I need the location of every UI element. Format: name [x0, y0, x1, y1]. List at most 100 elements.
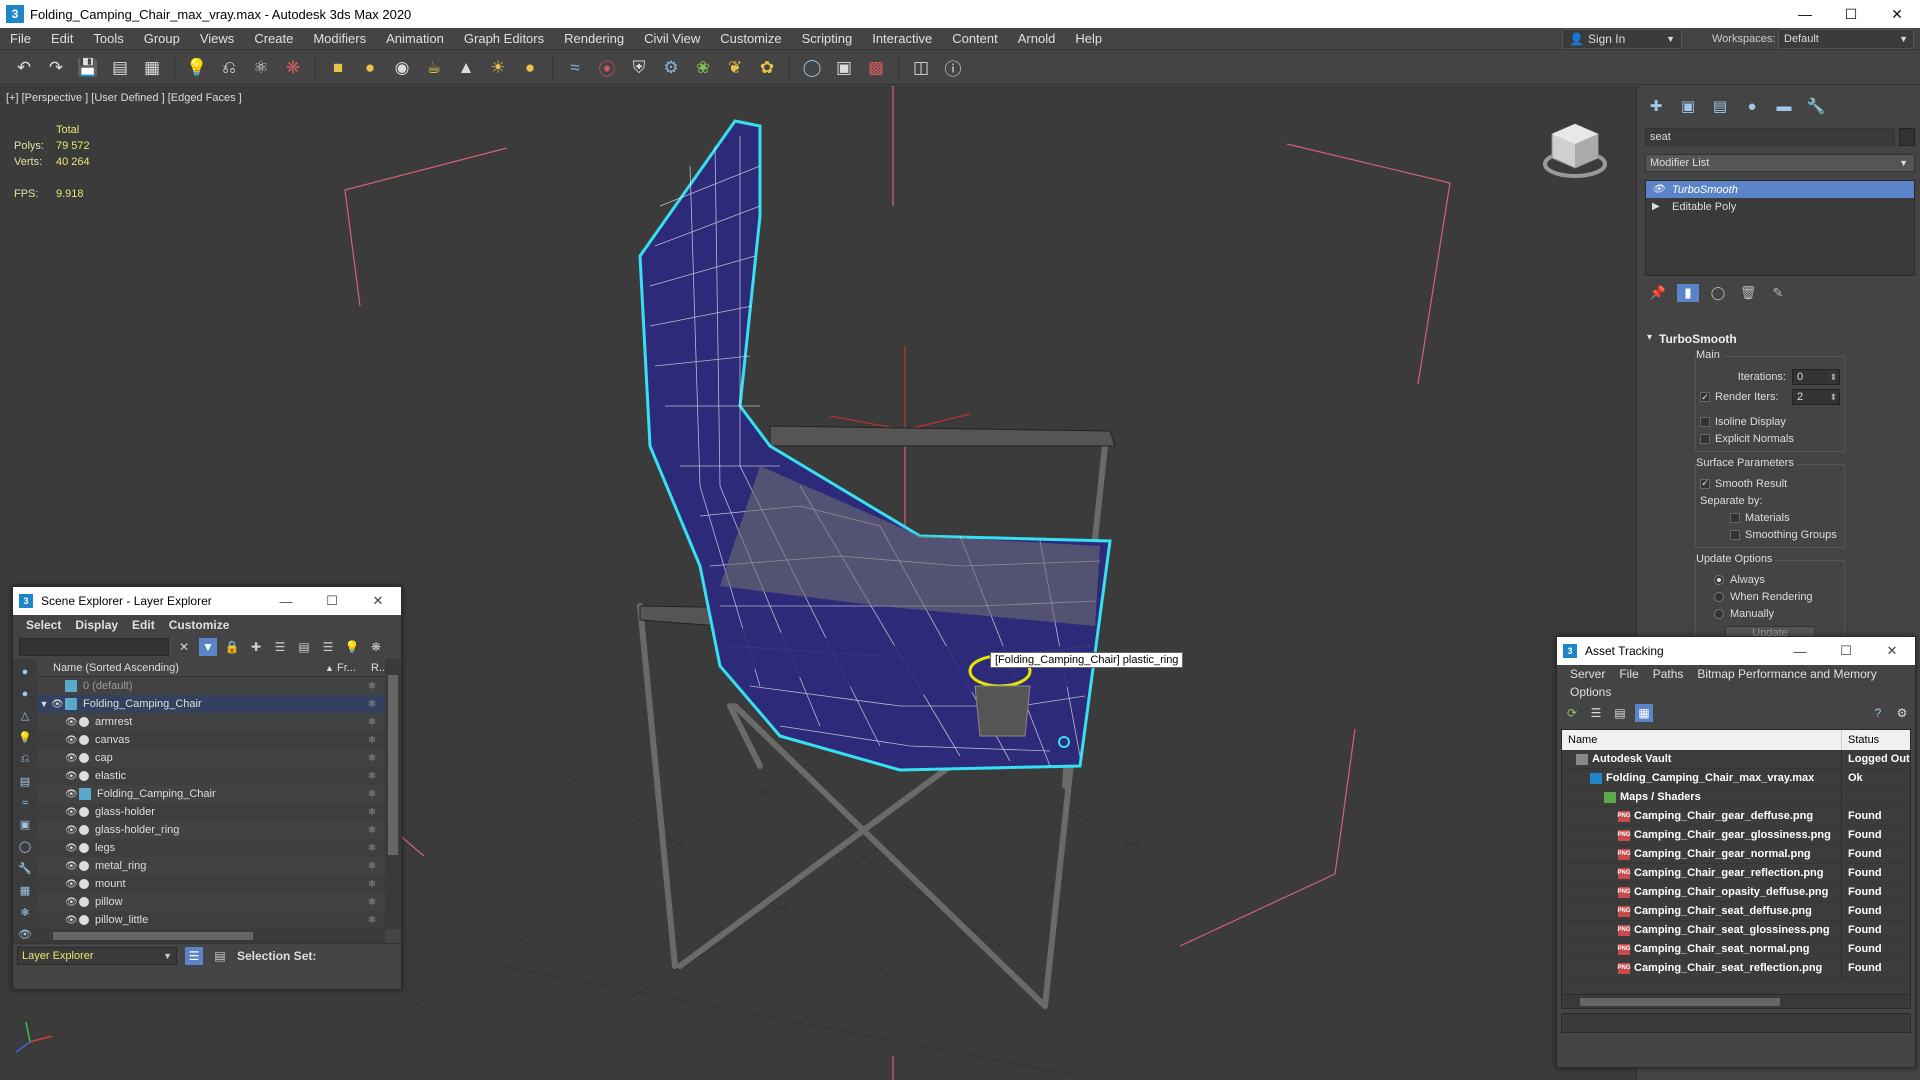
show-end-result-icon[interactable]: ▮ — [1677, 284, 1699, 302]
menu-item-help[interactable]: Help — [1065, 31, 1112, 46]
sun-icon[interactable]: ☀ — [484, 55, 512, 81]
groups-filter-icon[interactable]: ▣ — [16, 816, 34, 834]
asset-tracking-titlebar[interactable]: 3 Asset Tracking — ☐ ✕ — [1557, 637, 1915, 665]
menu-item-scripting[interactable]: Scripting — [792, 31, 863, 46]
box-icon[interactable]: ■ — [324, 55, 352, 81]
table-row[interactable]: ▼ 👁 Folding_Camping_Chair ❄ — [37, 695, 385, 713]
search-input[interactable] — [19, 638, 169, 656]
plant-icon[interactable]: ❀ — [689, 55, 717, 81]
manually-radio[interactable] — [1714, 608, 1724, 619]
table-row[interactable]: PNG Camping_Chair_seat_reflection.png Foun… — [1562, 958, 1910, 978]
list-view-icon[interactable]: ☰ — [1587, 704, 1605, 722]
render-iters-spinner[interactable]: 2 — [1792, 389, 1840, 405]
name-column-header[interactable]: Name — [1562, 730, 1842, 750]
asset-menu-bitmap-performance-and-memory[interactable]: Bitmap Performance and Memory — [1690, 665, 1883, 683]
bone-icon[interactable]: ⛨ — [625, 55, 653, 81]
scene-explorer-titlebar[interactable]: 3 Scene Explorer - Layer Explorer — ☐ ✕ — [13, 587, 401, 615]
freeze-toggle-icon[interactable]: ❄ — [359, 717, 385, 728]
freeze-toggle-icon[interactable]: ❄ — [359, 753, 385, 764]
menu-item-content[interactable]: Content — [942, 31, 1008, 46]
iterations-spinner[interactable]: 0 — [1792, 369, 1840, 385]
always-radio[interactable] — [1714, 574, 1724, 585]
table-row[interactable]: 👁 legs ❄ — [37, 839, 385, 857]
table-row[interactable]: Autodesk Vault Logged Out — [1562, 749, 1910, 769]
particles-icon[interactable]: ❋ — [279, 55, 307, 81]
horizontal-scrollbar[interactable] — [37, 929, 385, 943]
freeze-toggle-icon[interactable]: ❄ — [359, 861, 385, 872]
track-view-icon[interactable]: ▤ — [106, 55, 134, 81]
grid-view-icon[interactable]: ▦ — [1635, 704, 1653, 722]
visibility-eye-icon[interactable]: 👁 — [65, 789, 79, 800]
visibility-eye-icon[interactable]: 👁 — [65, 717, 79, 728]
table-row[interactable]: 👁 mount ❄ — [37, 875, 385, 893]
explorer-menu-select[interactable]: Select — [19, 618, 68, 632]
filter-icon[interactable]: ▼ — [199, 638, 217, 656]
create-tab-icon[interactable]: ✚ — [1645, 96, 1667, 116]
menu-item-civil-view[interactable]: Civil View — [634, 31, 710, 46]
modifier-stack-item[interactable]: ▶ Editable Poly — [1646, 198, 1914, 215]
magnet-icon[interactable]: ⦿ — [593, 55, 621, 81]
table-row[interactable]: PNG Camping_Chair_gear_deffuse.png Found — [1562, 806, 1910, 826]
plane-icon[interactable]: ● — [356, 55, 384, 81]
visibility-eye-icon[interactable]: 👁 — [65, 915, 79, 926]
spacewarps-filter-icon[interactable]: ≈ — [16, 794, 34, 812]
close-icon[interactable]: ✕ — [1874, 0, 1920, 28]
close-icon[interactable]: ✕ — [1869, 637, 1915, 665]
add-to-layer-icon[interactable]: ▤ — [295, 638, 313, 656]
explorer-type-dropdown[interactable]: Layer Explorer ▼ — [17, 946, 177, 965]
wave-icon[interactable]: ≈ — [561, 55, 589, 81]
bones-filter-icon[interactable]: 🔧 — [16, 860, 34, 878]
table-row[interactable]: Folding_Camping_Chair_max_vray.max Ok — [1562, 768, 1910, 788]
trash-icon[interactable]: 🗑 — [1737, 284, 1759, 302]
menu-item-rendering[interactable]: Rendering — [554, 31, 634, 46]
schematic-icon[interactable]: ▦ — [138, 55, 166, 81]
explorer-menu-display[interactable]: Display — [68, 618, 125, 632]
table-row[interactable]: 👁 glass-holder_ring ❄ — [37, 821, 385, 839]
freeze-toggle-icon[interactable]: ❄ — [359, 699, 385, 710]
clear-search-icon[interactable]: ✕ — [175, 638, 193, 656]
visibility-eye-icon[interactable]: 👁 — [65, 861, 79, 872]
table-row[interactable]: PNG Camping_Chair_gear_reflection.png Foun… — [1562, 863, 1910, 883]
menu-item-edit[interactable]: Edit — [41, 31, 83, 46]
visibility-eye-icon[interactable]: 👁 — [65, 771, 79, 782]
explicit-normals-checkbox[interactable] — [1700, 433, 1710, 444]
helpers-filter-icon[interactable]: ▤ — [16, 772, 34, 790]
table-row[interactable]: PNG Camping_Chair_gear_normal.png Found — [1562, 844, 1910, 864]
when-rendering-radio[interactable] — [1714, 591, 1724, 602]
freeze-toggle-icon[interactable]: ❄ — [359, 807, 385, 818]
scrollbar-thumb[interactable] — [53, 932, 253, 940]
table-view-icon[interactable]: ▤ — [1611, 704, 1629, 722]
turbosmooth-title[interactable]: TurboSmooth — [1645, 332, 1915, 350]
table-row[interactable]: 👁 armrest ❄ — [37, 713, 385, 731]
undo-icon[interactable]: ↶ — [10, 55, 38, 81]
asset-menu-server[interactable]: Server — [1563, 665, 1612, 683]
render-frame-icon[interactable]: ▩ — [862, 55, 890, 81]
table-row[interactable]: PNG Camping_Chair_seat_normal.png Found — [1562, 939, 1910, 959]
minimize-icon[interactable]: — — [1782, 0, 1828, 28]
freeze-toggle-icon[interactable]: ❄ — [359, 789, 385, 800]
workspaces-dropdown[interactable]: Default ▼ — [1778, 29, 1914, 49]
cone-icon[interactable]: ▲ — [452, 55, 480, 81]
menu-item-group[interactable]: Group — [134, 31, 190, 46]
maximize-icon[interactable]: ☐ — [1828, 0, 1874, 28]
menu-item-animation[interactable]: Animation — [376, 31, 454, 46]
asset-menu-paths[interactable]: Paths — [1646, 665, 1691, 683]
visibility-eye-icon[interactable]: 👁 — [65, 897, 79, 908]
hierarchy-tab-icon[interactable]: ▤ — [1709, 96, 1731, 116]
table-row[interactable]: 👁 canvas ❄ — [37, 731, 385, 749]
freeze-toggle-icon[interactable]: ❄ — [359, 915, 385, 926]
freeze-toggle-icon[interactable]: ❄ — [359, 681, 385, 692]
selection-set-icon[interactable]: ▤ — [211, 947, 229, 965]
table-row[interactable]: PNG Camping_Chair_opasity_deffuse.png Foun… — [1562, 882, 1910, 902]
light-icon[interactable]: 💡 — [183, 55, 211, 81]
modify-tab-icon[interactable]: ▣ — [1677, 96, 1699, 116]
visibility-eye-icon[interactable]: 👁 — [51, 699, 65, 710]
menu-item-tools[interactable]: Tools — [83, 31, 133, 46]
status-column-header[interactable]: Status — [1842, 734, 1910, 746]
display-none-icon[interactable]: ● — [16, 663, 34, 681]
vertical-scrollbar[interactable] — [385, 659, 401, 929]
explorer-menu-customize[interactable]: Customize — [162, 618, 237, 632]
menu-item-modifiers[interactable]: Modifiers — [303, 31, 376, 46]
visibility-eye-icon[interactable]: 👁 — [65, 843, 79, 854]
help-icon[interactable]: ? — [1869, 704, 1887, 722]
